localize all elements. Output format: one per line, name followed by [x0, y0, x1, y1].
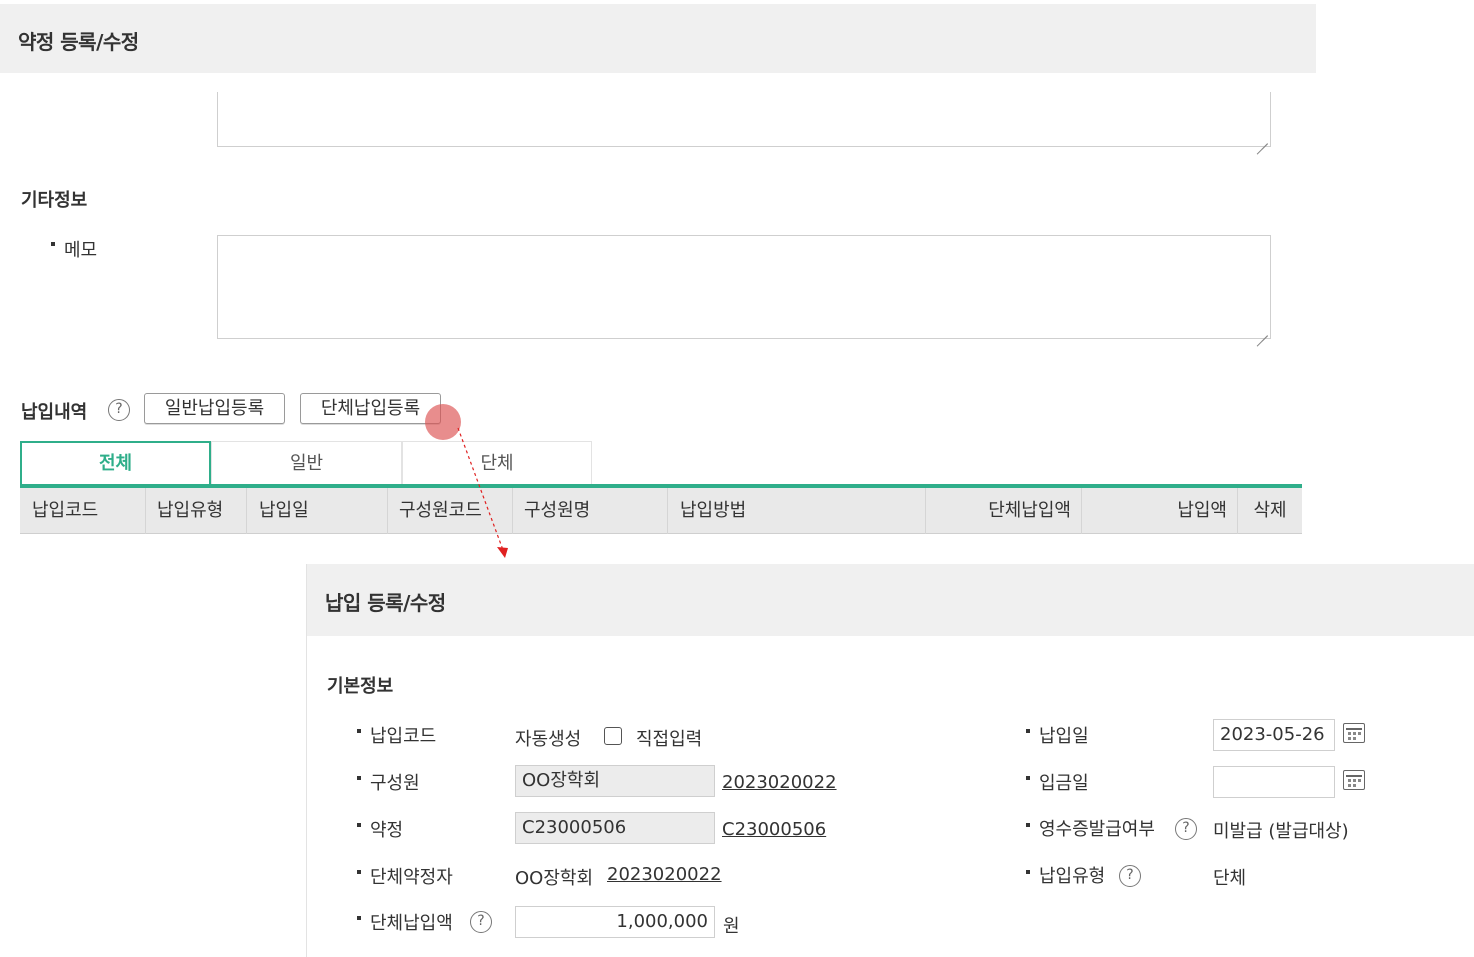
- flow-arrow-icon: [457, 427, 508, 558]
